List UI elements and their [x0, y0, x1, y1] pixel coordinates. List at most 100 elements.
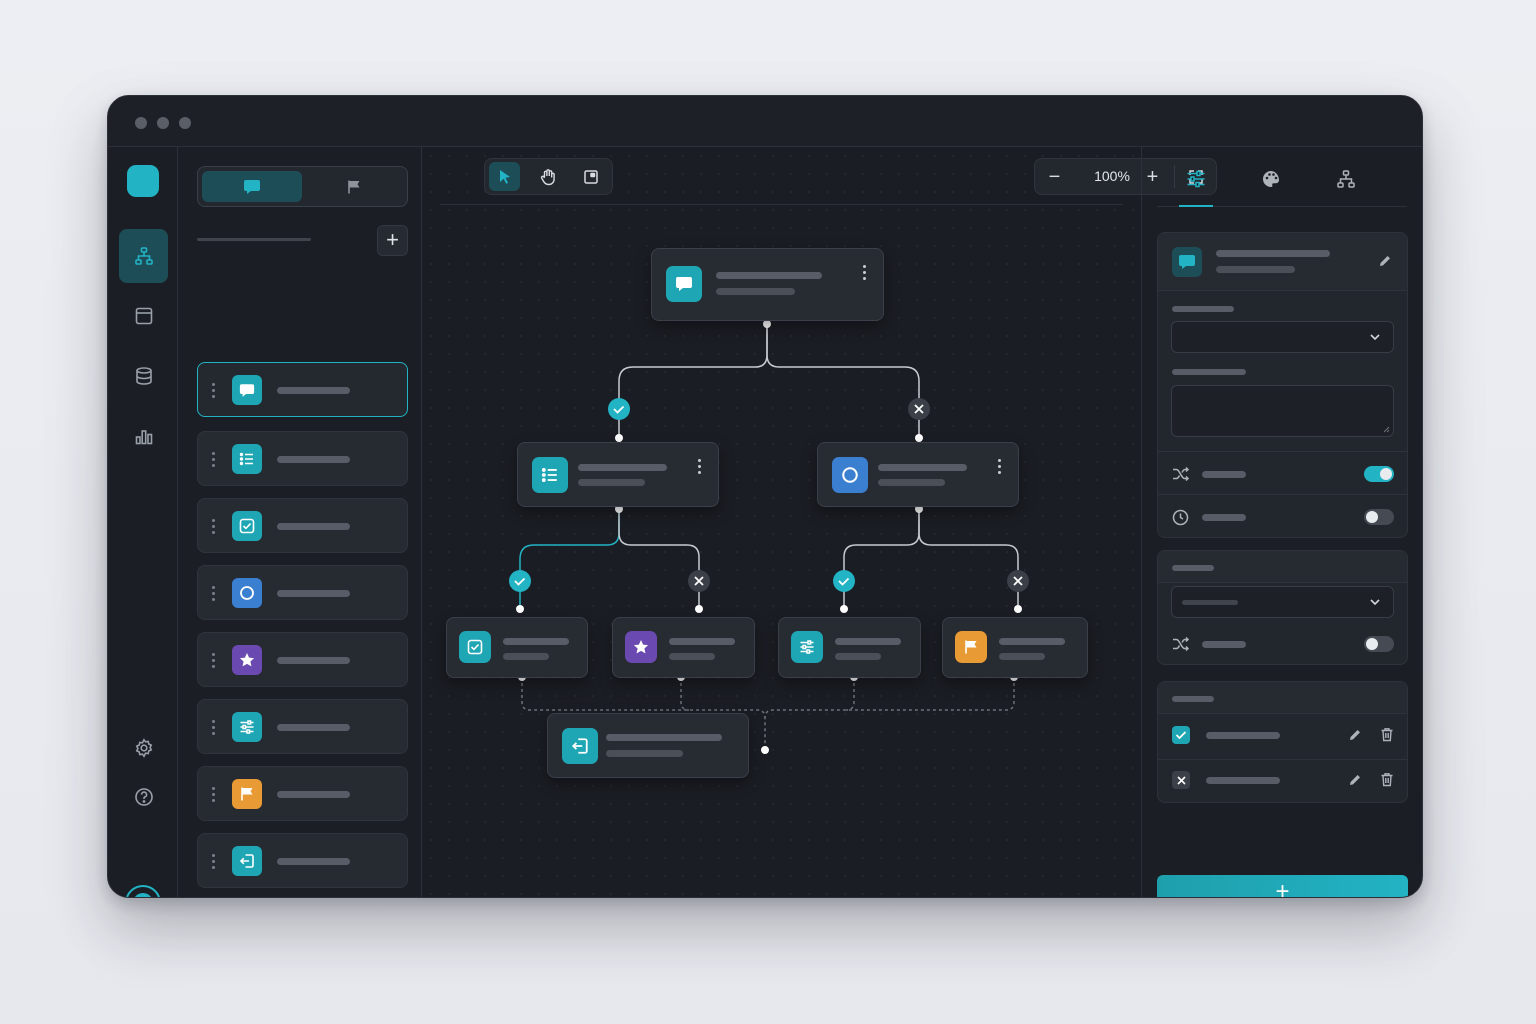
drag-handle-icon[interactable]	[206, 713, 220, 741]
flow-canvas[interactable]: − 100% +	[422, 147, 1217, 897]
node-icon-tile	[666, 266, 702, 302]
flag-icon	[348, 180, 360, 193]
flow-node-end[interactable]	[547, 713, 749, 778]
chevron-down-icon	[1370, 334, 1380, 341]
rail-item-help[interactable]	[119, 770, 168, 824]
palette-item-label	[277, 858, 350, 865]
behavior-dropdown[interactable]	[1171, 586, 1394, 618]
trash-icon[interactable]	[1380, 772, 1394, 787]
outcome-false-checkbox[interactable]	[1172, 771, 1190, 789]
chat-icon	[676, 277, 692, 291]
node-subtitle	[578, 479, 645, 486]
user-avatar[interactable]	[125, 885, 161, 897]
node-title	[835, 638, 901, 645]
palette-item-checkbox[interactable]	[197, 498, 408, 553]
node-subtitle	[878, 479, 945, 486]
palette-item-label	[277, 724, 350, 731]
close-window-button[interactable]	[135, 117, 147, 129]
node-title	[606, 734, 722, 741]
drag-handle-icon[interactable]	[206, 579, 220, 607]
shuffle-icon	[1173, 466, 1190, 482]
palette-item-tile	[232, 645, 262, 675]
flow-node-branch-a[interactable]	[517, 442, 719, 507]
palette-item-tile	[232, 375, 262, 405]
tab-messages[interactable]	[202, 171, 302, 202]
circle-icon	[240, 586, 254, 600]
randomize-toggle[interactable]	[1364, 636, 1394, 652]
node-title	[503, 638, 569, 645]
more-options-icon[interactable]	[698, 459, 701, 474]
palette-item-message[interactable]	[197, 362, 408, 417]
field-label	[1172, 306, 1234, 312]
maximize-window-button[interactable]	[179, 117, 191, 129]
rail-item-data[interactable]	[119, 349, 168, 403]
card-header	[1158, 551, 1407, 583]
palette-item-label	[277, 590, 350, 597]
add-node-button[interactable]: +	[377, 225, 408, 256]
sliders-icon	[1187, 170, 1205, 188]
flow-node-leaf-2[interactable]	[612, 617, 755, 678]
tab-flags[interactable]	[304, 171, 404, 202]
timer-toggle[interactable]	[1364, 509, 1394, 525]
node-icon-tile	[562, 728, 598, 764]
more-options-icon[interactable]	[863, 265, 866, 280]
description-textarea[interactable]	[1171, 385, 1394, 437]
tab-properties[interactable]	[1179, 161, 1213, 197]
flow-node-branch-b[interactable]	[817, 442, 1019, 507]
rail-item-forms[interactable]	[119, 289, 168, 343]
type-dropdown[interactable]	[1171, 321, 1394, 353]
resize-handle-icon[interactable]	[1383, 426, 1390, 433]
tab-structure[interactable]	[1329, 161, 1363, 197]
node-settings-card	[1157, 232, 1408, 538]
rail-item-flows[interactable]	[119, 229, 168, 283]
drag-handle-icon[interactable]	[206, 646, 220, 674]
rail-item-analytics[interactable]	[119, 409, 168, 463]
drag-handle-icon[interactable]	[206, 847, 220, 875]
properties-panel: +	[1141, 147, 1422, 897]
outcomes-card	[1157, 681, 1408, 803]
palette-item-scale[interactable]	[197, 699, 408, 754]
flow-node-leaf-4[interactable]	[942, 617, 1088, 678]
outcome-label	[1206, 777, 1280, 784]
edit-icon[interactable]	[1348, 773, 1362, 787]
title-bar	[108, 96, 1422, 147]
shuffle-toggle[interactable]	[1364, 466, 1394, 482]
toggle-label	[1202, 471, 1246, 478]
palette-item-tile	[232, 779, 262, 809]
drag-handle-icon[interactable]	[206, 780, 220, 808]
tab-appearance[interactable]	[1254, 161, 1288, 197]
palette-item-label	[277, 523, 350, 530]
edit-icon[interactable]	[1348, 728, 1362, 742]
node-icon-tile	[791, 631, 823, 663]
trash-icon[interactable]	[1380, 727, 1394, 742]
node-subtitle	[835, 653, 881, 660]
flow-node-start[interactable]	[651, 248, 884, 321]
row-divider	[1158, 494, 1407, 495]
sliders-icon	[800, 640, 814, 654]
palette-item-rating[interactable]	[197, 632, 408, 687]
flow-node-leaf-3[interactable]	[778, 617, 921, 678]
drag-handle-icon[interactable]	[206, 376, 220, 404]
outcome-label	[1206, 732, 1280, 739]
drag-handle-icon[interactable]	[206, 512, 220, 540]
edit-icon[interactable]	[1378, 254, 1392, 268]
check-icon	[1175, 731, 1187, 740]
flow-node-leaf-1[interactable]	[446, 617, 588, 678]
list-icon	[541, 468, 557, 482]
add-outcome-button[interactable]: +	[1157, 875, 1408, 897]
node-type-tile	[1172, 247, 1202, 277]
card-title	[1172, 696, 1214, 702]
rail-item-settings[interactable]	[119, 721, 168, 775]
palette-item-list[interactable]	[197, 431, 408, 486]
outcome-true-checkbox[interactable]	[1172, 726, 1190, 744]
node-name	[1216, 250, 1330, 257]
palette-item-goal[interactable]	[197, 766, 408, 821]
minimize-window-button[interactable]	[157, 117, 169, 129]
more-options-icon[interactable]	[998, 459, 1001, 474]
dropdown-placeholder	[1182, 600, 1238, 605]
palette-item-choice[interactable]	[197, 565, 408, 620]
drag-handle-icon[interactable]	[206, 445, 220, 473]
node-subtitle	[999, 653, 1045, 660]
palette-item-exit[interactable]	[197, 833, 408, 888]
node-icon-tile	[459, 631, 491, 663]
